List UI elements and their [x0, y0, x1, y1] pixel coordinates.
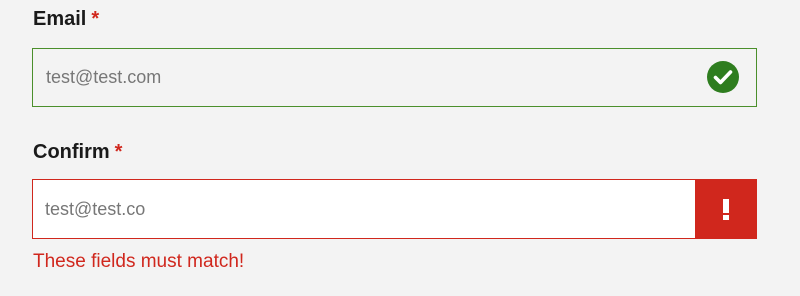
- confirm-label: Confirm *: [33, 140, 122, 164]
- email-field[interactable]: [32, 48, 757, 107]
- email-label-text: Email: [33, 8, 87, 30]
- required-asterisk: *: [91, 8, 100, 30]
- exclamation-icon: [721, 197, 731, 221]
- check-circle-icon: [707, 61, 739, 93]
- error-indicator: [695, 180, 756, 238]
- confirm-field[interactable]: [32, 179, 757, 239]
- confirm-label-text: Confirm: [33, 141, 110, 163]
- confirm-input[interactable]: [33, 180, 693, 238]
- email-label: Email *: [33, 7, 99, 31]
- error-message: These fields must match!: [33, 251, 245, 272]
- required-asterisk: *: [114, 141, 123, 163]
- email-input[interactable]: [33, 49, 693, 106]
